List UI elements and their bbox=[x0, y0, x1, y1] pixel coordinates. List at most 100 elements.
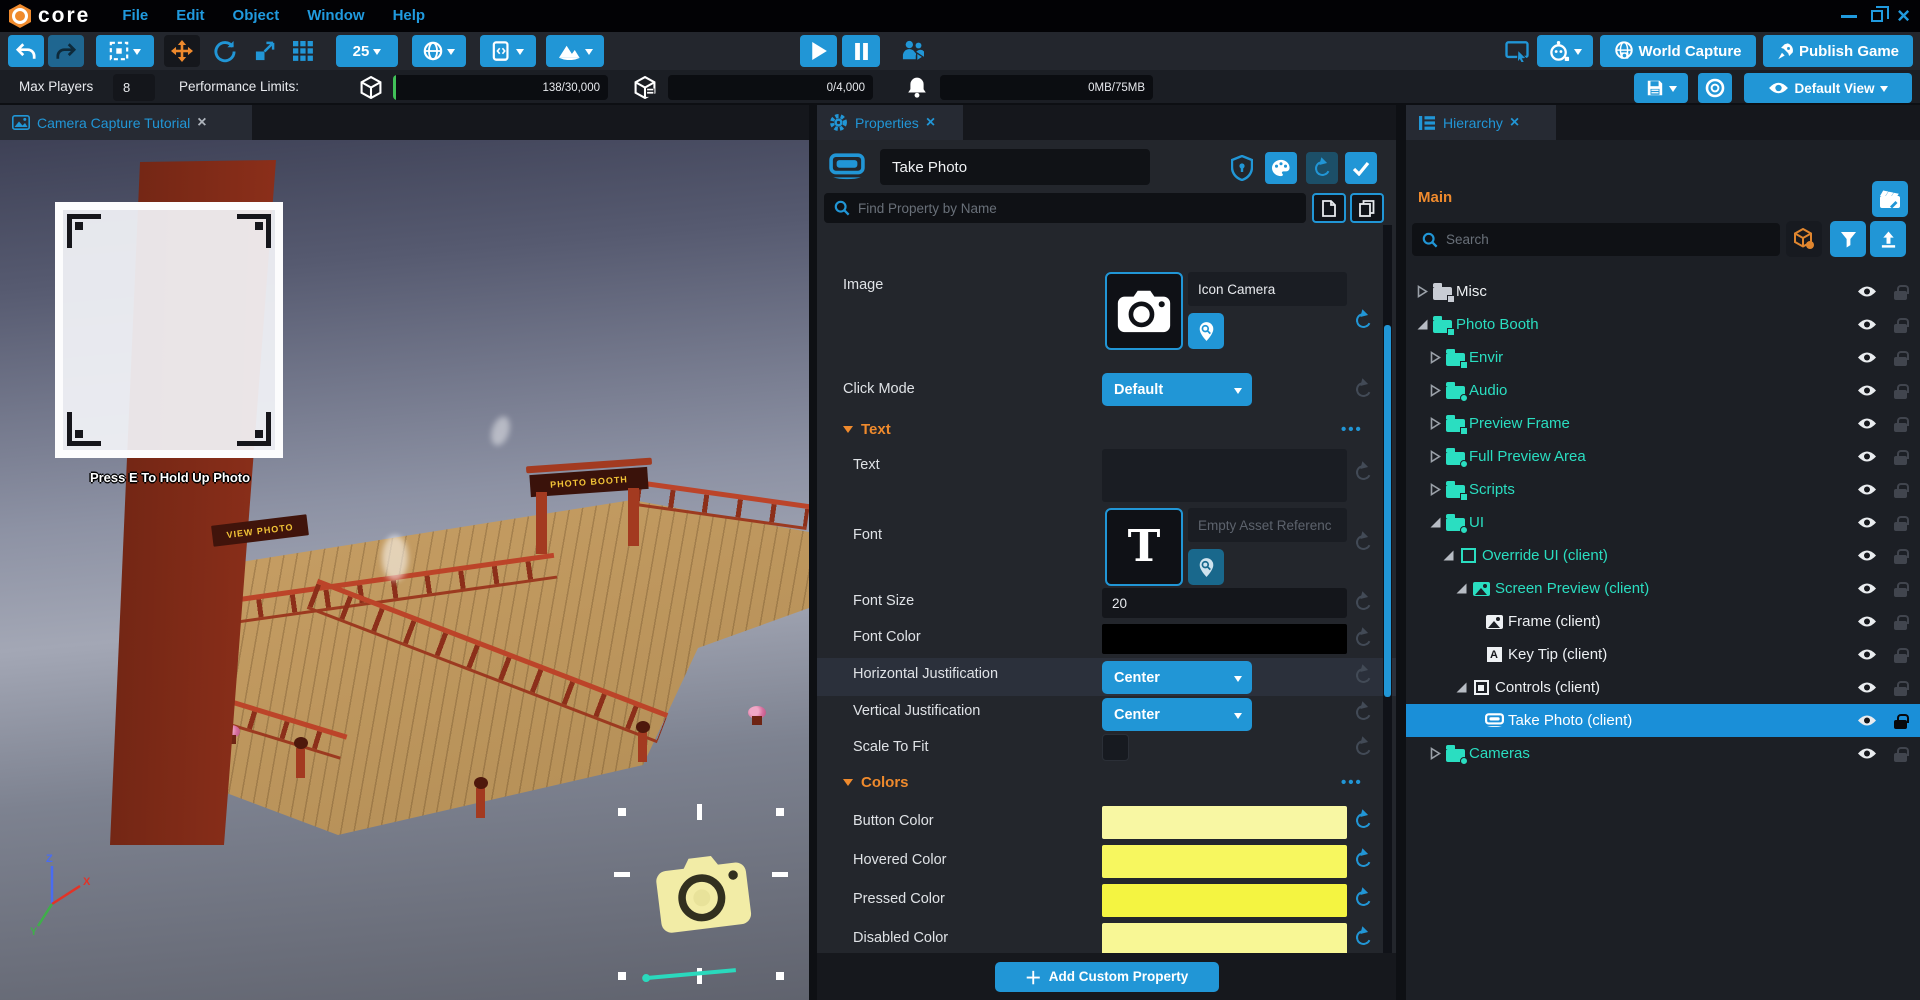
reset-hovered-color-icon[interactable] bbox=[1354, 850, 1373, 869]
reset-click-mode-icon[interactable] bbox=[1354, 380, 1373, 399]
publish-game-button[interactable]: Publish Game bbox=[1763, 35, 1913, 67]
lock-icon[interactable] bbox=[1894, 548, 1908, 564]
locate-asset-button[interactable] bbox=[1188, 313, 1224, 349]
revert-button[interactable] bbox=[1306, 152, 1338, 184]
rotate-tool-button[interactable] bbox=[206, 35, 242, 67]
expander-expanded-icon[interactable] bbox=[1414, 319, 1430, 330]
capture-scene-button[interactable] bbox=[1872, 181, 1908, 217]
click-mode-dropdown[interactable]: Default bbox=[1102, 373, 1252, 406]
image-asset-name[interactable]: Icon Camera bbox=[1188, 272, 1347, 306]
expander-expanded-icon[interactable] bbox=[1427, 517, 1443, 528]
selection-handle[interactable] bbox=[776, 808, 784, 816]
undo-button[interactable] bbox=[8, 35, 44, 67]
lock-icon[interactable] bbox=[1894, 746, 1908, 762]
menu-help[interactable]: Help bbox=[379, 0, 440, 32]
properties-scrollbar-thumb[interactable] bbox=[1384, 325, 1391, 697]
selection-mode-button[interactable] bbox=[96, 35, 154, 67]
visibility-eye-icon[interactable] bbox=[1856, 549, 1878, 562]
scale-to-fit-checkbox[interactable] bbox=[1102, 734, 1129, 761]
lock-icon[interactable] bbox=[1894, 614, 1908, 630]
visibility-eye-icon[interactable] bbox=[1856, 384, 1878, 397]
section-colors[interactable]: Colors bbox=[843, 773, 909, 791]
tab-hierarchy[interactable]: Hierarchy × bbox=[1406, 105, 1556, 140]
hierarchy-search-input[interactable]: Search bbox=[1412, 223, 1780, 256]
expander-collapsed-icon[interactable] bbox=[1427, 747, 1443, 760]
lock-icon[interactable] bbox=[1894, 350, 1908, 366]
lock-icon[interactable] bbox=[1894, 383, 1908, 399]
visibility-eye-icon[interactable] bbox=[1856, 681, 1878, 694]
button-color-swatch[interactable] bbox=[1102, 806, 1347, 839]
asset-filter-button[interactable] bbox=[1786, 221, 1822, 257]
selection-handle[interactable] bbox=[618, 808, 626, 816]
minimize-icon[interactable] bbox=[1841, 15, 1857, 18]
close-icon[interactable]: × bbox=[1897, 7, 1910, 25]
multiplayer-preview-button[interactable] bbox=[896, 35, 930, 67]
object-name-input[interactable]: Take Photo bbox=[880, 149, 1150, 185]
expander-expanded-icon[interactable] bbox=[1453, 583, 1469, 594]
expander-collapsed-icon[interactable] bbox=[1427, 351, 1443, 364]
selection-handle[interactable] bbox=[772, 872, 788, 877]
visibility-eye-icon[interactable] bbox=[1856, 714, 1878, 727]
copy-properties-button[interactable] bbox=[1350, 193, 1384, 223]
reset-disabled-color-icon[interactable] bbox=[1354, 928, 1373, 947]
screen-share-button[interactable] bbox=[1500, 35, 1534, 67]
world-capture-button[interactable]: World Capture bbox=[1600, 35, 1756, 67]
tree-row-override-ui-client[interactable]: Override UI (client) bbox=[1406, 539, 1920, 572]
visibility-eye-icon[interactable] bbox=[1856, 648, 1878, 661]
help-ring-button[interactable] bbox=[1698, 73, 1732, 103]
networking-shield-button[interactable] bbox=[1226, 152, 1258, 184]
selected-camera-button[interactable] bbox=[618, 808, 784, 980]
tree-row-misc[interactable]: Misc bbox=[1406, 275, 1920, 308]
reset-font-icon[interactable] bbox=[1354, 533, 1373, 552]
reset-text-icon[interactable] bbox=[1354, 463, 1373, 482]
play-button[interactable] bbox=[800, 35, 837, 67]
reset-v-just-icon[interactable] bbox=[1354, 703, 1373, 722]
pressed-color-swatch[interactable] bbox=[1102, 884, 1347, 917]
tab-properties[interactable]: Properties × bbox=[817, 105, 963, 140]
expander-collapsed-icon[interactable] bbox=[1427, 417, 1443, 430]
h-justification-dropdown[interactable]: Center bbox=[1102, 661, 1252, 694]
visibility-eye-icon[interactable] bbox=[1856, 747, 1878, 760]
menu-file[interactable]: File bbox=[108, 0, 162, 32]
move-tool-button[interactable] bbox=[164, 35, 200, 67]
scale-tool-button[interactable] bbox=[246, 35, 282, 67]
menu-edit[interactable]: Edit bbox=[162, 0, 218, 32]
tree-row-controls-client[interactable]: Controls (client) bbox=[1406, 671, 1920, 704]
reset-image-icon[interactable] bbox=[1354, 311, 1373, 330]
visibility-eye-icon[interactable] bbox=[1856, 615, 1878, 628]
tree-row-ui[interactable]: UI bbox=[1406, 506, 1920, 539]
expander-collapsed-icon[interactable] bbox=[1427, 483, 1443, 496]
tree-row-take-photo-client[interactable]: Take Photo (client) bbox=[1406, 704, 1920, 737]
tree-row-full-preview-area[interactable]: Full Preview Area bbox=[1406, 440, 1920, 473]
visibility-eye-icon[interactable] bbox=[1856, 450, 1878, 463]
reset-scale-icon[interactable] bbox=[1354, 738, 1373, 757]
max-players-input[interactable]: 8 bbox=[113, 74, 155, 101]
menu-window[interactable]: Window bbox=[293, 0, 378, 32]
tree-row-screen-preview-client[interactable]: Screen Preview (client) bbox=[1406, 572, 1920, 605]
font-size-input[interactable]: 20 bbox=[1102, 588, 1347, 618]
visibility-eye-icon[interactable] bbox=[1856, 516, 1878, 529]
script-dropdown[interactable] bbox=[480, 35, 536, 67]
selection-handle[interactable] bbox=[776, 972, 784, 980]
lock-icon[interactable] bbox=[1894, 680, 1908, 696]
tree-row-frame-client[interactable]: Frame (client) bbox=[1406, 605, 1920, 638]
terrain-dropdown[interactable] bbox=[546, 35, 604, 67]
expander-collapsed-icon[interactable] bbox=[1414, 285, 1430, 298]
section-menu-icon[interactable]: ••• bbox=[1341, 774, 1363, 791]
new-script-button[interactable] bbox=[1312, 193, 1346, 223]
lock-icon[interactable] bbox=[1894, 515, 1908, 531]
font-color-swatch[interactable] bbox=[1102, 624, 1347, 654]
tree-row-preview-frame[interactable]: Preview Frame bbox=[1406, 407, 1920, 440]
reset-button-color-icon[interactable] bbox=[1354, 811, 1373, 830]
apply-button[interactable] bbox=[1345, 152, 1377, 184]
export-button[interactable] bbox=[1870, 221, 1906, 257]
bot-tools-dropdown[interactable] bbox=[1537, 35, 1593, 67]
reset-font-color-icon[interactable] bbox=[1354, 629, 1373, 648]
image-asset-thumbnail[interactable] bbox=[1105, 272, 1183, 350]
save-dropdown-button[interactable] bbox=[1634, 73, 1688, 103]
tree-row-envir[interactable]: Envir bbox=[1406, 341, 1920, 374]
redo-button[interactable] bbox=[48, 35, 84, 67]
section-text[interactable]: Text bbox=[843, 420, 891, 438]
lock-icon[interactable] bbox=[1894, 449, 1908, 465]
hovered-color-swatch[interactable] bbox=[1102, 845, 1347, 878]
